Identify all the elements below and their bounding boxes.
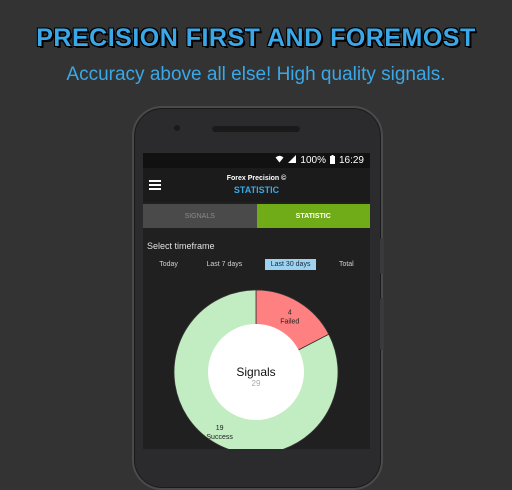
status-bar: 100% 16:29 xyxy=(143,153,370,168)
donut-center-label: Signals xyxy=(236,365,275,379)
tab-statistic[interactable]: STATISTIC xyxy=(256,204,370,228)
timeframe-selector: Today Last 7 days Last 30 days Total xyxy=(143,257,370,271)
battery-icon xyxy=(329,154,335,167)
timeframe-today[interactable]: Today xyxy=(153,259,184,270)
slice-label-success: Success xyxy=(206,434,233,441)
slice-value-success: 19 xyxy=(216,425,224,432)
phone-screen: 100% 16:29 Forex Precision © STATISTIC S… xyxy=(143,153,370,449)
battery-level: 100% xyxy=(300,155,326,166)
subline: Accuracy above all else! High quality si… xyxy=(66,64,446,85)
tab-bar: SIGNALS STATISTIC xyxy=(143,204,370,228)
slice-label-failed: Failed xyxy=(280,318,299,325)
wifi-icon xyxy=(275,155,284,166)
donut-center-value: 29 xyxy=(252,379,261,388)
app-bar: Forex Precision © STATISTIC xyxy=(143,168,370,202)
power-button[interactable] xyxy=(380,298,384,350)
timeframe-last-7-days[interactable]: Last 7 days xyxy=(200,259,248,270)
slice-value-failed: 4 xyxy=(288,309,292,316)
timeframe-last-30-days[interactable]: Last 30 days xyxy=(264,258,317,270)
timeframe-label: Select timeframe xyxy=(147,241,215,251)
headline: PRECISION FIRST AND FOREMOST xyxy=(36,24,476,52)
signals-donut-chart: Signals 29 4 Failed 19 Success xyxy=(173,289,339,449)
volume-button[interactable] xyxy=(380,238,384,274)
clock: 16:29 xyxy=(338,155,364,166)
app-title: Forex Precision © xyxy=(226,175,287,182)
signal-icon xyxy=(288,155,297,166)
tab-signals[interactable]: SIGNALS xyxy=(143,204,257,228)
timeframe-total[interactable]: Total xyxy=(333,259,360,270)
speaker-grille xyxy=(212,126,300,132)
screen-title: STATISTIC xyxy=(233,185,280,195)
camera-icon xyxy=(174,125,180,131)
